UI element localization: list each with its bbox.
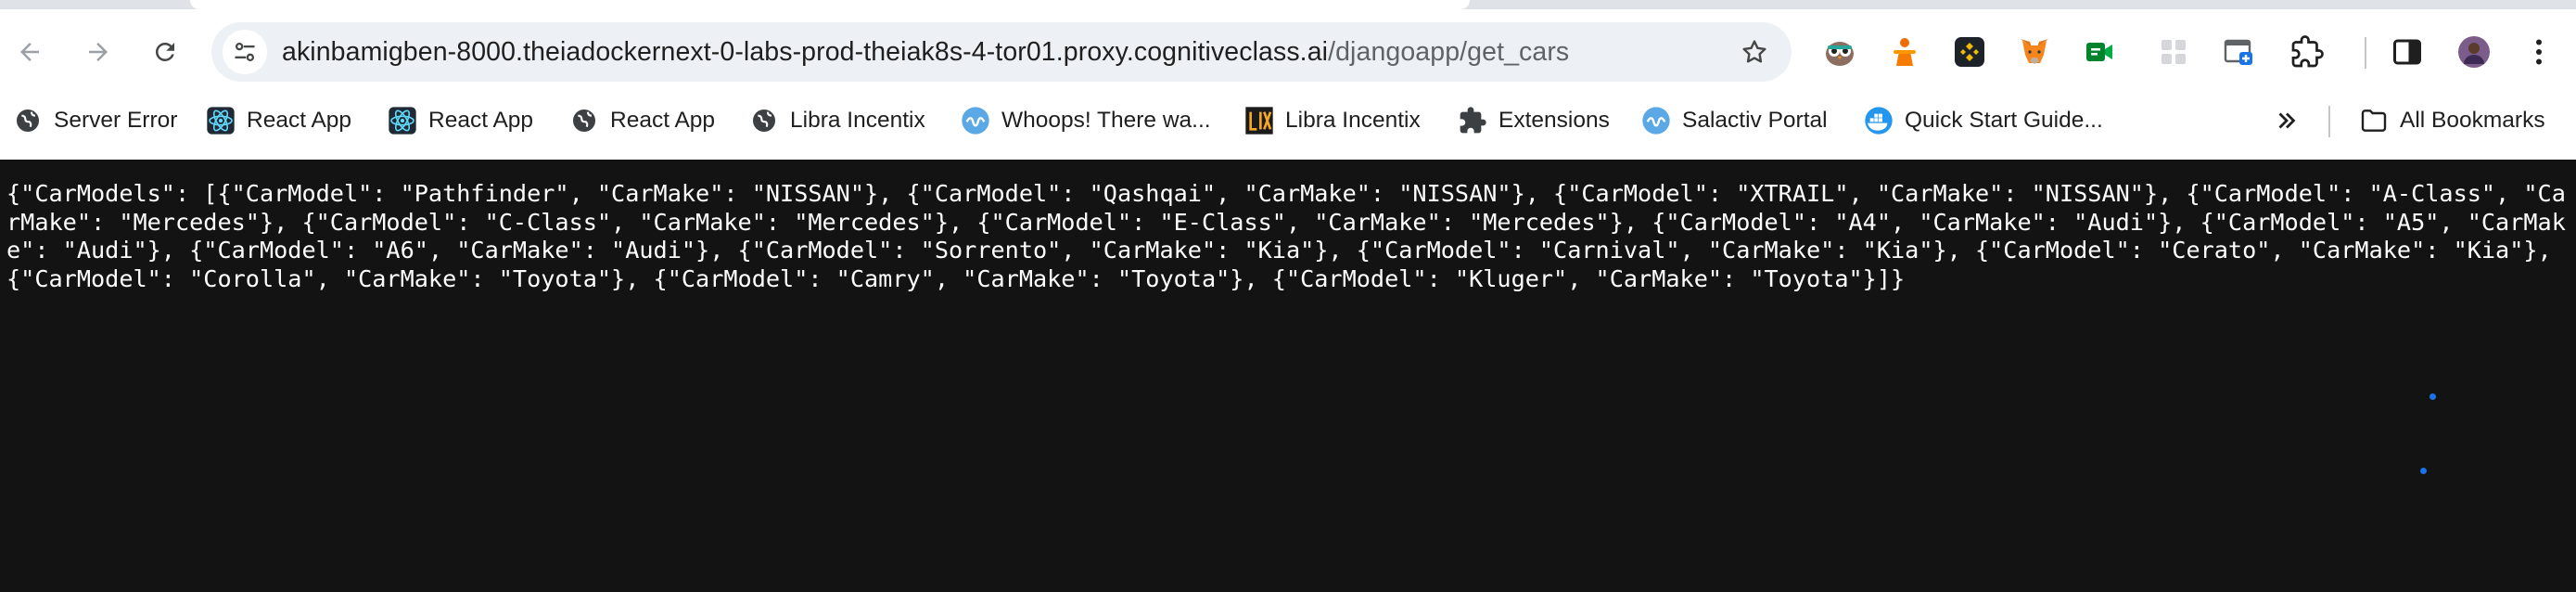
url-path: /djangoapp/get_cars [1328, 37, 1570, 67]
active-tab-edge[interactable] [190, 0, 1470, 9]
all-bookmarks-button[interactable]: All Bookmarks [2359, 100, 2545, 141]
globe-icon [749, 106, 779, 135]
bookmark-label: Whoops! There wa... [1001, 108, 1211, 133]
bookmark-label: Quick Start Guide... [1905, 108, 2103, 133]
site-info-button[interactable] [223, 30, 267, 74]
owl-icon [1826, 42, 1854, 66]
profile-avatar[interactable] [2454, 32, 2494, 72]
kebab-menu-icon [2536, 39, 2542, 65]
bookmark-quick-start-guide[interactable]: Quick Start Guide... [1864, 100, 2103, 141]
grid-icon [2162, 40, 2186, 64]
extension-figure[interactable] [1884, 32, 1925, 72]
react-icon [206, 106, 236, 135]
bookmark-label: Server Error [54, 108, 178, 133]
bookmark-label: React App [610, 108, 716, 133]
puzzle-icon [1458, 106, 1487, 135]
back-button[interactable] [7, 30, 52, 74]
json-response-text: {"CarModels": [{"CarModel": "Pathfinder"… [6, 180, 2566, 292]
bookmarks-overflow-button[interactable] [2266, 100, 2307, 141]
bookmark-salactiv-portal[interactable]: Salactiv Portal [1641, 100, 1828, 141]
extension-meet[interactable] [2079, 32, 2120, 72]
bookmark-react-app-3[interactable]: React App [569, 100, 715, 141]
tab-strip [0, 0, 2576, 9]
toolbar-divider [2365, 37, 2366, 69]
url-text[interactable]: akinbamigben-8000.theiadockernext-0-labs… [282, 22, 1569, 82]
bookmark-label: Libra Incentix [790, 108, 925, 133]
wave-icon [961, 106, 990, 135]
browser-toolbar: akinbamigben-8000.theiadockernext-0-labs… [0, 11, 2576, 93]
figure-icon [1894, 38, 1916, 66]
all-bookmarks-label: All Bookmarks [2400, 108, 2545, 133]
forward-button[interactable] [76, 30, 121, 74]
url-host: akinbamigben-8000.theiadockernext-0-labs… [282, 37, 1329, 67]
extension-metamask[interactable] [2014, 32, 2055, 72]
puzzle-icon [2291, 35, 2324, 68]
star-icon [1742, 40, 1766, 63]
react-icon [388, 106, 417, 135]
bookmark-react-app-1[interactable]: React App [206, 100, 351, 141]
bookmark-server-error[interactable]: Server Error [13, 100, 177, 141]
bookmark-star-button[interactable] [1734, 32, 1775, 72]
video-chat-icon [2086, 43, 2112, 61]
bookmark-label: Extensions [1498, 108, 1610, 133]
arrow-right-icon [89, 43, 108, 61]
page-content: {"CarModels": [{"CarModel": "Pathfinder"… [0, 160, 2576, 592]
bookmark-whoops[interactable]: Whoops! There wa... [961, 100, 1211, 141]
browser-chrome: akinbamigben-8000.theiadockernext-0-labs… [0, 0, 2576, 160]
bookmark-label: Libra Incentix [1285, 108, 1421, 133]
globe-icon [569, 106, 599, 135]
lix-icon [1244, 106, 1274, 135]
bookmark-label: Salactiv Portal [1682, 108, 1828, 133]
address-bar[interactable]: akinbamigben-8000.theiadockernext-0-labs… [211, 22, 1792, 82]
docker-icon [1864, 106, 1894, 135]
bookmark-libra-incentix-2[interactable]: Libra Incentix [1244, 100, 1421, 141]
bookmarks-divider [2328, 106, 2330, 137]
side-panel-icon [2393, 39, 2421, 65]
extension-window-add[interactable] [2218, 32, 2259, 72]
tune-icon [235, 42, 255, 62]
chevron-double-right-icon [2278, 112, 2296, 129]
bookmark-extensions[interactable]: Extensions [1458, 100, 1610, 141]
wave-icon [1641, 106, 1671, 135]
bookmark-libra-incentix-1[interactable]: Libra Incentix [749, 100, 925, 141]
bookmarks-bar: Server Error React App React App React A… [0, 100, 2576, 141]
extension-grid[interactable] [2153, 32, 2194, 72]
avatar [2458, 36, 2490, 68]
folder-icon [2359, 106, 2389, 135]
bookmark-label: React App [247, 108, 352, 133]
bookmark-label: React App [428, 108, 534, 133]
window-add-icon [2224, 39, 2252, 65]
fox-icon [2021, 39, 2048, 64]
reload-button[interactable] [143, 30, 187, 74]
bookmark-react-app-2[interactable]: React App [388, 100, 533, 141]
binance-icon [1955, 37, 1984, 67]
side-panel-button[interactable] [2387, 32, 2428, 72]
browser-menu-button[interactable] [2519, 32, 2559, 72]
reload-icon [155, 42, 174, 61]
globe-icon [13, 106, 43, 135]
extension-binance[interactable] [1949, 32, 1990, 72]
arrow-left-icon [20, 43, 39, 61]
extension-owl[interactable] [1819, 32, 1860, 72]
blue-dot-marker [2429, 393, 2436, 400]
extensions-menu-button[interactable] [2287, 32, 2327, 72]
blue-dot-marker [2420, 468, 2427, 474]
